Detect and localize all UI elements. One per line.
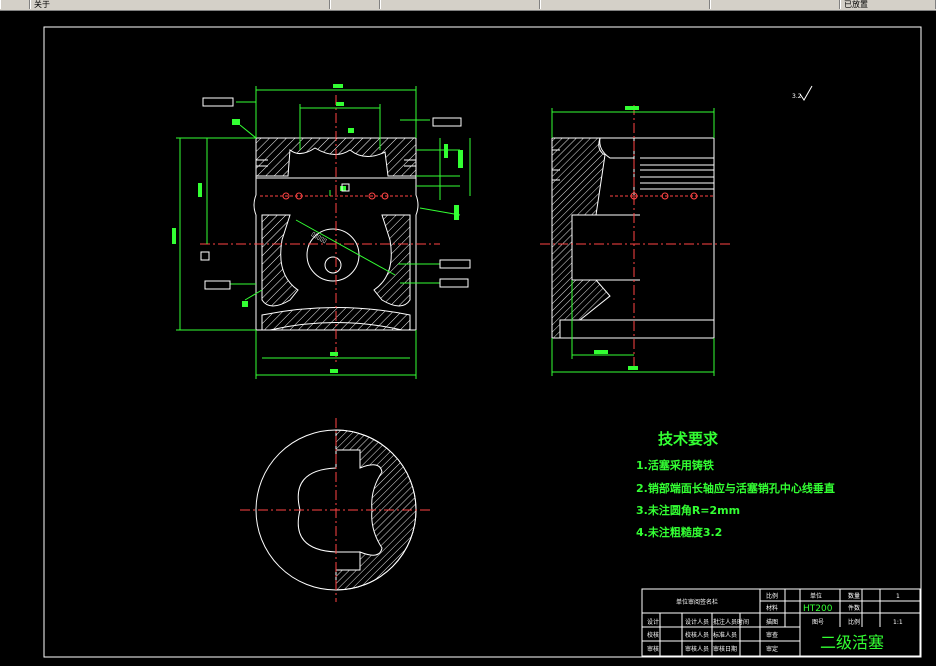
top-view bbox=[240, 418, 432, 602]
svg-text:审查: 审查 bbox=[766, 631, 778, 639]
svg-text:审核日期: 审核日期 bbox=[713, 645, 737, 653]
svg-text:设计: 设计 bbox=[647, 618, 659, 626]
roughness-symbol: 3.2 bbox=[792, 85, 813, 101]
svg-text:比例: 比例 bbox=[848, 618, 860, 626]
tech-title: 技术要求 bbox=[658, 430, 719, 448]
cad-drawing-canvas[interactable]: ▯▯▯▯▯ 3.2 技术要求 1.活塞采用铸铁 2.销部端面长轴应与活塞销孔中心… bbox=[0, 0, 936, 666]
svg-text:校核人员: 校核人员 bbox=[685, 631, 709, 639]
part-name: 二级活塞 bbox=[820, 633, 884, 652]
svg-text:描图: 描图 bbox=[766, 618, 778, 626]
tech-item-1: 1.活塞采用铸铁 bbox=[636, 458, 714, 472]
tech-item-4: 4.未注粗糙度3.2 bbox=[636, 525, 722, 539]
svg-text:件数: 件数 bbox=[848, 604, 860, 612]
svg-text:审核: 审核 bbox=[647, 645, 659, 653]
technical-requirements: 技术要求 1.活塞采用铸铁 2.销部端面长轴应与活塞销孔中心线垂直 3.未注圆角… bbox=[636, 430, 835, 539]
tech-item-3: 3.未注圆角R=2mm bbox=[636, 503, 740, 517]
svg-text:设计人员: 设计人员 bbox=[685, 618, 709, 626]
svg-text:▯▯▯▯▯: ▯▯▯▯▯ bbox=[310, 231, 328, 245]
svg-text:审定: 审定 bbox=[766, 645, 778, 653]
svg-text:标准人员: 标准人员 bbox=[713, 631, 737, 639]
svg-text:单位: 单位 bbox=[810, 592, 822, 600]
svg-text:图号: 图号 bbox=[812, 619, 824, 626]
svg-text:1: 1 bbox=[896, 593, 900, 600]
material-value: HT200 bbox=[803, 604, 833, 614]
drawing-border bbox=[43, 26, 922, 658]
svg-text:校核: 校核 bbox=[647, 631, 659, 639]
svg-text:材料: 材料 bbox=[766, 604, 778, 612]
svg-text:批注人员时间: 批注人员时间 bbox=[713, 618, 749, 626]
svg-text:1:1: 1:1 bbox=[893, 619, 903, 626]
front-section-view: ▯▯▯▯▯ bbox=[172, 84, 471, 379]
tech-item-2: 2.销部端面长轴应与活塞销孔中心线垂直 bbox=[636, 481, 835, 495]
title-school: 单位审阅签名栏 bbox=[676, 598, 718, 606]
svg-text:3.2: 3.2 bbox=[792, 93, 802, 100]
svg-text:数量: 数量 bbox=[848, 592, 860, 600]
side-view bbox=[540, 105, 730, 376]
svg-text:比例: 比例 bbox=[766, 592, 778, 600]
svg-text:审核人员: 审核人员 bbox=[685, 645, 709, 653]
